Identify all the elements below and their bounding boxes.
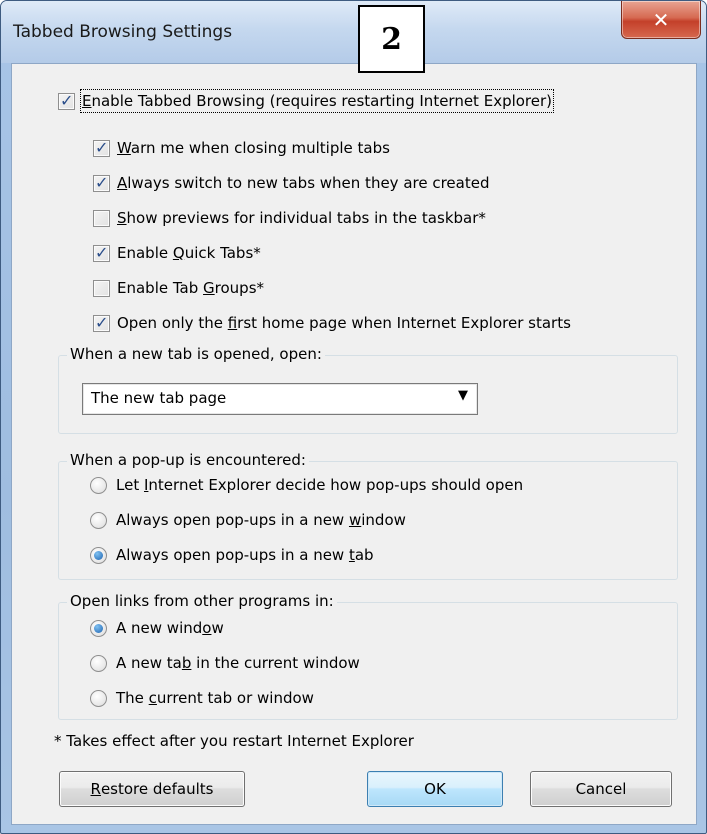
warn-closing-tabs-checkbox[interactable] [93, 138, 110, 157]
show-previews-label[interactable]: Show previews for individual tabs in the… [117, 208, 486, 228]
show-previews-checkbox[interactable] [93, 210, 110, 227]
popup-ie-decide-label[interactable]: Let Internet Explorer decide how pop-ups… [116, 475, 523, 495]
enable-quick-tabs-checkbox[interactable] [93, 243, 110, 262]
enable-tab-groups-label[interactable]: Enable Tab Groups* [117, 278, 264, 298]
ok-button[interactable]: OK [367, 771, 503, 807]
links-new-window-label[interactable]: A new window [116, 618, 224, 638]
title-bar[interactable]: Tabbed Browsing Settings ✕ [1, 1, 706, 63]
links-new-tab-label[interactable]: A new tab in the current window [116, 653, 360, 673]
popup-new-tab-label[interactable]: Always open pop-ups in a new tab [116, 545, 374, 565]
dialog-client-area: Enable Tabbed Browsing (requires restart… [11, 63, 697, 825]
close-button[interactable]: ✕ [621, 1, 701, 39]
links-group-title: Open links from other programs in: [67, 591, 337, 611]
dropdown-selected-value: The new tab page [91, 389, 227, 407]
restore-defaults-button[interactable]: Restore defaults [59, 771, 245, 807]
popup-new-tab-radio[interactable] [90, 547, 107, 564]
links-current-tab-label[interactable]: The current tab or window [116, 688, 314, 708]
enable-quick-tabs-label[interactable]: Enable Quick Tabs* [117, 243, 261, 263]
close-icon: ✕ [652, 7, 670, 32]
dialog-window: Tabbed Browsing Settings ✕ 2 Enable Tabb… [0, 0, 707, 834]
new-tab-group-title: When a new tab is opened, open: [67, 344, 325, 364]
first-home-page-checkbox[interactable] [93, 313, 110, 332]
enable-tabbed-browsing-label[interactable]: Enable Tabbed Browsing (requires restart… [79, 89, 555, 113]
enable-tabbed-browsing-checkbox[interactable] [58, 91, 75, 110]
step-number-badge: 2 [358, 5, 425, 73]
popup-new-window-radio[interactable] [90, 512, 107, 529]
links-new-window-radio[interactable] [90, 620, 107, 637]
restart-footnote: * Takes effect after you restart Interne… [54, 732, 414, 750]
chevron-down-icon: ▼ [458, 388, 468, 403]
links-new-tab-radio[interactable] [90, 655, 107, 672]
switch-new-tabs-checkbox[interactable] [93, 173, 110, 192]
popup-ie-decide-radio[interactable] [90, 477, 107, 494]
new-tab-page-dropdown[interactable]: The new tab page ▼ [82, 383, 478, 415]
first-home-page-label[interactable]: Open only the first home page when Inter… [117, 313, 571, 333]
popup-new-window-label[interactable]: Always open pop-ups in a new window [116, 510, 406, 530]
cancel-button[interactable]: Cancel [530, 771, 672, 807]
links-current-tab-radio[interactable] [90, 690, 107, 707]
popup-group-title: When a pop-up is encountered: [67, 450, 309, 470]
switch-new-tabs-label[interactable]: Always switch to new tabs when they are … [117, 173, 490, 193]
enable-tab-groups-checkbox[interactable] [93, 280, 110, 297]
warn-closing-tabs-label[interactable]: Warn me when closing multiple tabs [117, 138, 390, 158]
window-title: Tabbed Browsing Settings [13, 22, 233, 42]
